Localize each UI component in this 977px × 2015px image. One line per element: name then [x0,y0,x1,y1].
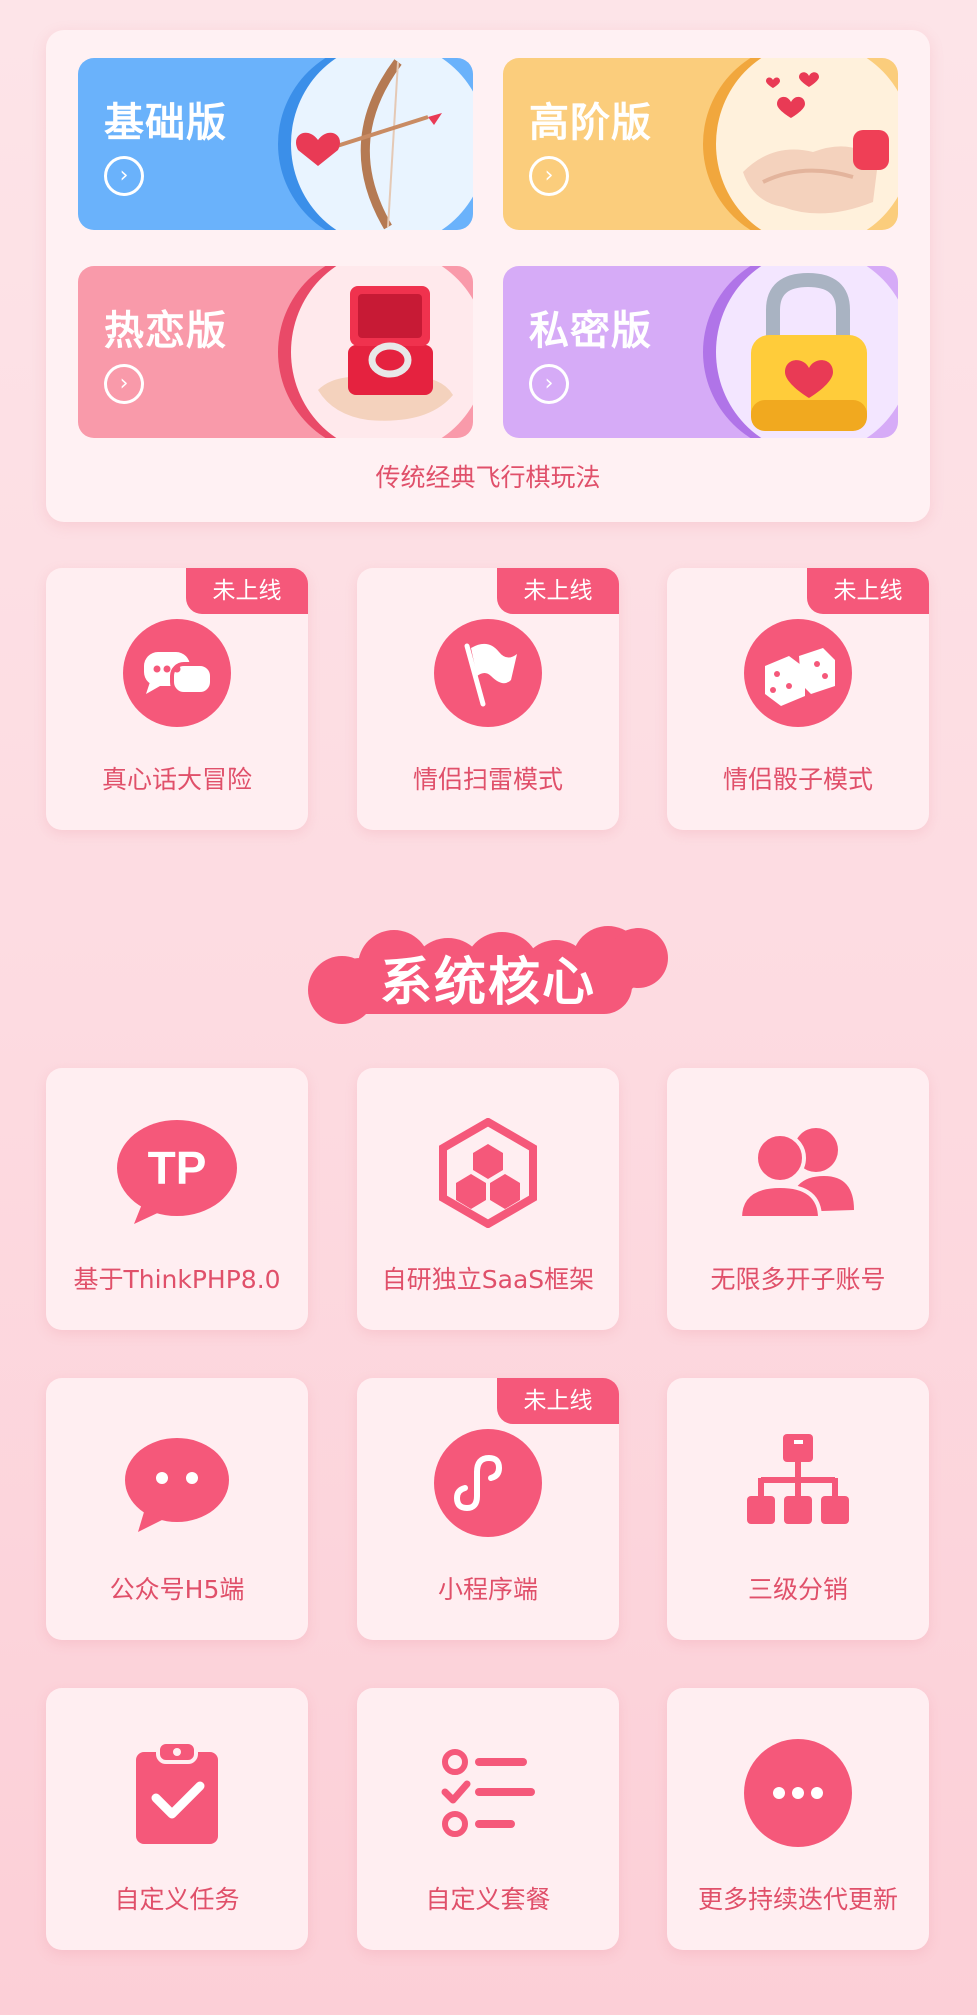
flag-icon [434,619,542,727]
feature-label: 自研独立SaaS框架 [381,1265,595,1294]
game-label: 真心话大冒险 [101,765,252,794]
game-card-truth-or-dare[interactable]: 未上线 真心话大冒险 [46,568,308,830]
mode-card-basic[interactable]: 基础版 › [78,58,473,230]
feature-card-more[interactable]: 更多持续迭代更新 [667,1688,929,1950]
chat-bubbles-icon [123,619,231,727]
feature-label: 公众号H5端 [109,1575,245,1604]
mode-card-private[interactable]: 私密版 › [503,266,898,438]
mode-title: 高阶版 [529,100,652,146]
feature-card-miniprogram[interactable]: 未上线 小程序端 [357,1378,619,1640]
section-title: 系统核心 [302,918,674,1030]
status-badge: 未上线 [497,1378,619,1424]
chevron-right-icon[interactable]: › [529,364,569,404]
feature-label: 更多持续迭代更新 [697,1885,898,1914]
holding-hands-heart-icon [743,72,889,214]
mode-panel: 基础版 › 高阶版 › 热恋版 › 私密版 › 传统经典飞行棋玩法 [46,30,930,522]
feature-card-custom-task[interactable]: 自定义任务 [46,1688,308,1950]
feature-label: 自定义任务 [114,1885,240,1914]
status-badge: 未上线 [807,568,929,614]
mode-title: 热恋版 [104,308,227,354]
status-badge: 未上线 [497,568,619,614]
wechat-bubble-icon [125,1438,229,1532]
panel-subtitle: 传统经典飞行棋玩法 [375,463,601,492]
feature-label: 自定义套餐 [425,1885,551,1914]
feature-label: 基于ThinkPHP8.0 [73,1265,281,1294]
org-tree-icon [747,1434,849,1524]
chevron-right-icon[interactable]: › [529,156,569,196]
feature-card-custom-package[interactable]: 自定义套餐 [357,1688,619,1950]
feature-label: 小程序端 [437,1575,538,1604]
hexagon-cluster-icon [439,1118,537,1228]
game-card-minesweeper[interactable]: 未上线 情侣扫雷模式 [357,568,619,830]
more-dots-icon [744,1739,852,1847]
padlock-heart-icon [751,272,867,431]
chevron-right-icon[interactable]: › [104,364,144,404]
feature-card-h5[interactable]: 公众号H5端 [46,1378,308,1640]
feature-card-thinkphp[interactable]: TP 基于ThinkPHP8.0 [46,1068,308,1330]
miniprogram-icon [434,1429,542,1537]
section-title-text: 系统核心 [379,953,596,1013]
dice-icon [744,619,852,727]
tp-bubble-icon: TP [117,1120,237,1224]
ring-box-on-hand-icon [318,286,453,421]
mode-title: 私密版 [529,308,652,354]
game-label: 情侣骰子模式 [722,765,873,794]
users-icon [738,1128,854,1220]
feature-card-distribution[interactable]: 三级分销 [667,1378,929,1640]
checklist-icon [441,1749,535,1837]
game-label: 情侣扫雷模式 [412,765,563,794]
chevron-right-icon[interactable]: › [104,156,144,196]
feature-card-sub-accounts[interactable]: 无限多开子账号 [667,1068,929,1330]
feature-label: 三级分销 [747,1575,848,1604]
mode-card-advanced[interactable]: 高阶版 › [503,58,898,230]
mode-title: 基础版 [104,100,227,146]
feature-label: 无限多开子账号 [710,1265,886,1294]
bow-arrow-heart-icon [296,59,442,230]
status-badge: 未上线 [186,568,308,614]
mode-card-passion[interactable]: 热恋版 › [78,266,473,438]
feature-card-saas[interactable]: 自研独立SaaS框架 [357,1068,619,1330]
clipboard-check-icon [136,1740,218,1844]
svg-text:TP: TP [148,1142,207,1194]
game-card-dice[interactable]: 未上线 情侣骰子模式 [667,568,929,830]
